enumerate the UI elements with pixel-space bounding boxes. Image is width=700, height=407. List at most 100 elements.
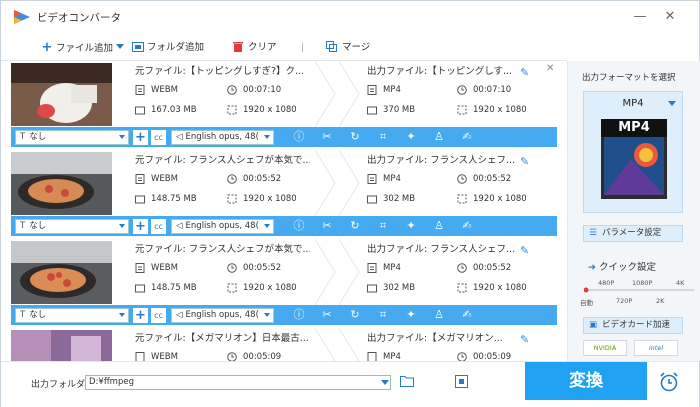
convert-button[interactable]: 変換	[525, 362, 647, 400]
effects-wand-icon[interactable]: ✦	[404, 219, 418, 233]
audio-track-select[interactable]: ◁ English opus, 48(	[171, 130, 274, 145]
output-format-selector[interactable]: MP4 MP4	[583, 91, 683, 213]
arrow-separator-icon	[314, 328, 360, 361]
trash-icon	[233, 42, 243, 52]
audio-track-select[interactable]: ◁ English opus, 48(	[171, 308, 274, 323]
watermark-icon[interactable]: ♙	[432, 130, 446, 144]
intel-badge[interactable]: intel	[634, 340, 678, 356]
clock-icon	[227, 85, 237, 95]
chevron-down-icon	[264, 313, 270, 317]
rotate-icon[interactable]: ↻	[348, 219, 362, 233]
cc-icon[interactable]: cc	[151, 308, 166, 323]
rotate-icon[interactable]: ↻	[348, 130, 362, 144]
chevron-down-icon	[264, 224, 270, 228]
merge-button[interactable]: マージ	[326, 40, 370, 56]
quality-slider-track	[583, 287, 694, 293]
list-item[interactable]: 元ファイル: フランス人シェフが本気で... WEBM 00:05:52 148…	[1, 239, 567, 329]
source-resolution: 1920 x 1080	[227, 281, 297, 295]
video-thumbnail[interactable]	[11, 241, 112, 304]
output-folder-label: 出力フォルダ:	[31, 380, 89, 390]
clock-icon	[457, 174, 467, 184]
watermark-icon[interactable]: ♙	[432, 308, 446, 322]
file-icon	[367, 352, 377, 361]
crop-icon[interactable]: ⌗	[376, 130, 390, 144]
source-duration: 00:05:09	[227, 350, 281, 361]
source-duration: 00:05:52	[227, 261, 281, 275]
edit-output-name-icon[interactable]: ✎	[520, 66, 529, 79]
edit-output-name-icon[interactable]: ✎	[520, 244, 529, 257]
add-subtitle-button[interactable]: +	[133, 308, 148, 323]
cut-icon[interactable]: ✂	[320, 130, 334, 144]
effects-wand-icon[interactable]: ✦	[404, 308, 418, 322]
slider-label-2k: 2K	[656, 297, 665, 305]
subtitle-edit-icon[interactable]: ✍	[460, 219, 474, 233]
subtitle-edit-icon[interactable]: ✍	[460, 130, 474, 144]
minimize-button[interactable]: —	[631, 8, 649, 26]
output-duration: 00:05:52	[457, 261, 511, 275]
list-item[interactable]: 元ファイル:【メガマリオン】日本最古... WEBM 00:05:09 出力ファ…	[1, 328, 567, 361]
info-icon[interactable]: ⓘ	[292, 130, 306, 144]
source-size: 148.75 MB	[135, 281, 197, 295]
list-item[interactable]: 元ファイル: フランス人シェフが本気で... WEBM 00:05:52 148…	[1, 150, 567, 240]
plus-icon: +	[41, 40, 53, 55]
subtitle-select[interactable]: T なし	[15, 130, 129, 145]
output-folder-input[interactable]: D:¥ffmpeg	[85, 375, 391, 390]
add-file-dropdown[interactable]	[116, 40, 124, 56]
source-format: WEBM	[135, 261, 178, 275]
close-window-button[interactable]: ✕	[661, 8, 679, 26]
video-thumbnail[interactable]	[11, 330, 112, 361]
subtitle-select[interactable]: T なし	[15, 219, 129, 234]
watermark-icon[interactable]: ♙	[432, 219, 446, 233]
crop-icon[interactable]: ⌗	[376, 308, 390, 322]
app-logo-icon	[14, 10, 30, 24]
effects-wand-icon[interactable]: ✦	[404, 130, 418, 144]
chevron-down-icon[interactable]	[381, 380, 389, 385]
edit-output-name-icon[interactable]: ✎	[520, 155, 529, 168]
arrow-separator-icon	[314, 150, 360, 216]
nvidia-badge[interactable]: NVIDIA	[583, 340, 627, 356]
subtitle-select[interactable]: T なし	[15, 308, 129, 323]
remove-item-icon[interactable]: ✕	[546, 63, 554, 74]
text-icon: T	[20, 310, 26, 320]
open-output-icon[interactable]	[455, 374, 468, 388]
video-thumbnail[interactable]	[11, 63, 112, 126]
add-subtitle-button[interactable]: +	[133, 130, 148, 145]
rotate-icon[interactable]: ↻	[348, 308, 362, 322]
edit-output-name-icon[interactable]: ✎	[520, 333, 529, 346]
toolbar: + ファイル追加 フォルダ追加 クリア | マージ	[1, 33, 567, 61]
clock-icon	[457, 85, 467, 95]
thumbnail-image	[11, 241, 112, 304]
chevron-down-icon	[119, 224, 125, 228]
video-thumbnail[interactable]	[11, 152, 112, 215]
list-item[interactable]: 元ファイル:【トッピングしすぎ?】ク... WEBM 00:07:10 167.…	[1, 61, 567, 151]
cc-icon[interactable]: cc	[151, 219, 166, 234]
info-icon[interactable]: ⓘ	[292, 308, 306, 322]
add-subtitle-button[interactable]: +	[133, 219, 148, 234]
cut-icon[interactable]: ✂	[320, 308, 334, 322]
app-window: ビデオコンバータ — ✕ + ファイル追加 フォルダ追加 クリア | マージ 元…	[0, 0, 700, 407]
add-file-button[interactable]: + ファイル追加	[41, 40, 113, 56]
item-toolbar: T なし + cc ◁ English opus, 48( ⓘ ✂ ↻ ⌗ ✦ ♙ …	[11, 216, 557, 236]
crop-icon[interactable]: ⌗	[376, 219, 390, 233]
gpu-acceleration-button[interactable]: ▣ ビデオカード加速	[583, 317, 683, 334]
speaker-icon: ◁	[176, 132, 183, 142]
speaker-icon: ◁	[176, 310, 183, 320]
chevron-down-icon	[119, 313, 125, 317]
cc-icon[interactable]: cc	[151, 130, 166, 145]
chevron-down-icon	[264, 135, 270, 139]
clock-icon	[457, 352, 467, 361]
file-list: 元ファイル:【トッピングしすぎ?】ク... WEBM 00:07:10 167.…	[1, 61, 567, 361]
subtitle-edit-icon[interactable]: ✍	[460, 308, 474, 322]
output-resolution: 1920 x 1080	[457, 192, 527, 206]
resolution-icon	[227, 105, 237, 115]
info-icon[interactable]: ⓘ	[292, 219, 306, 233]
quality-slider[interactable]	[583, 287, 694, 293]
clear-button[interactable]: クリア	[233, 40, 277, 56]
open-folder-icon[interactable]	[400, 375, 414, 387]
alarm-clock-icon[interactable]	[658, 371, 680, 393]
audio-track-select[interactable]: ◁ English opus, 48(	[171, 219, 274, 234]
toolbar-divider: |	[301, 42, 305, 53]
cut-icon[interactable]: ✂	[320, 219, 334, 233]
add-folder-button[interactable]: フォルダ追加	[132, 40, 204, 56]
parameter-settings-button[interactable]: ☰ パラメータ設定	[583, 225, 683, 242]
